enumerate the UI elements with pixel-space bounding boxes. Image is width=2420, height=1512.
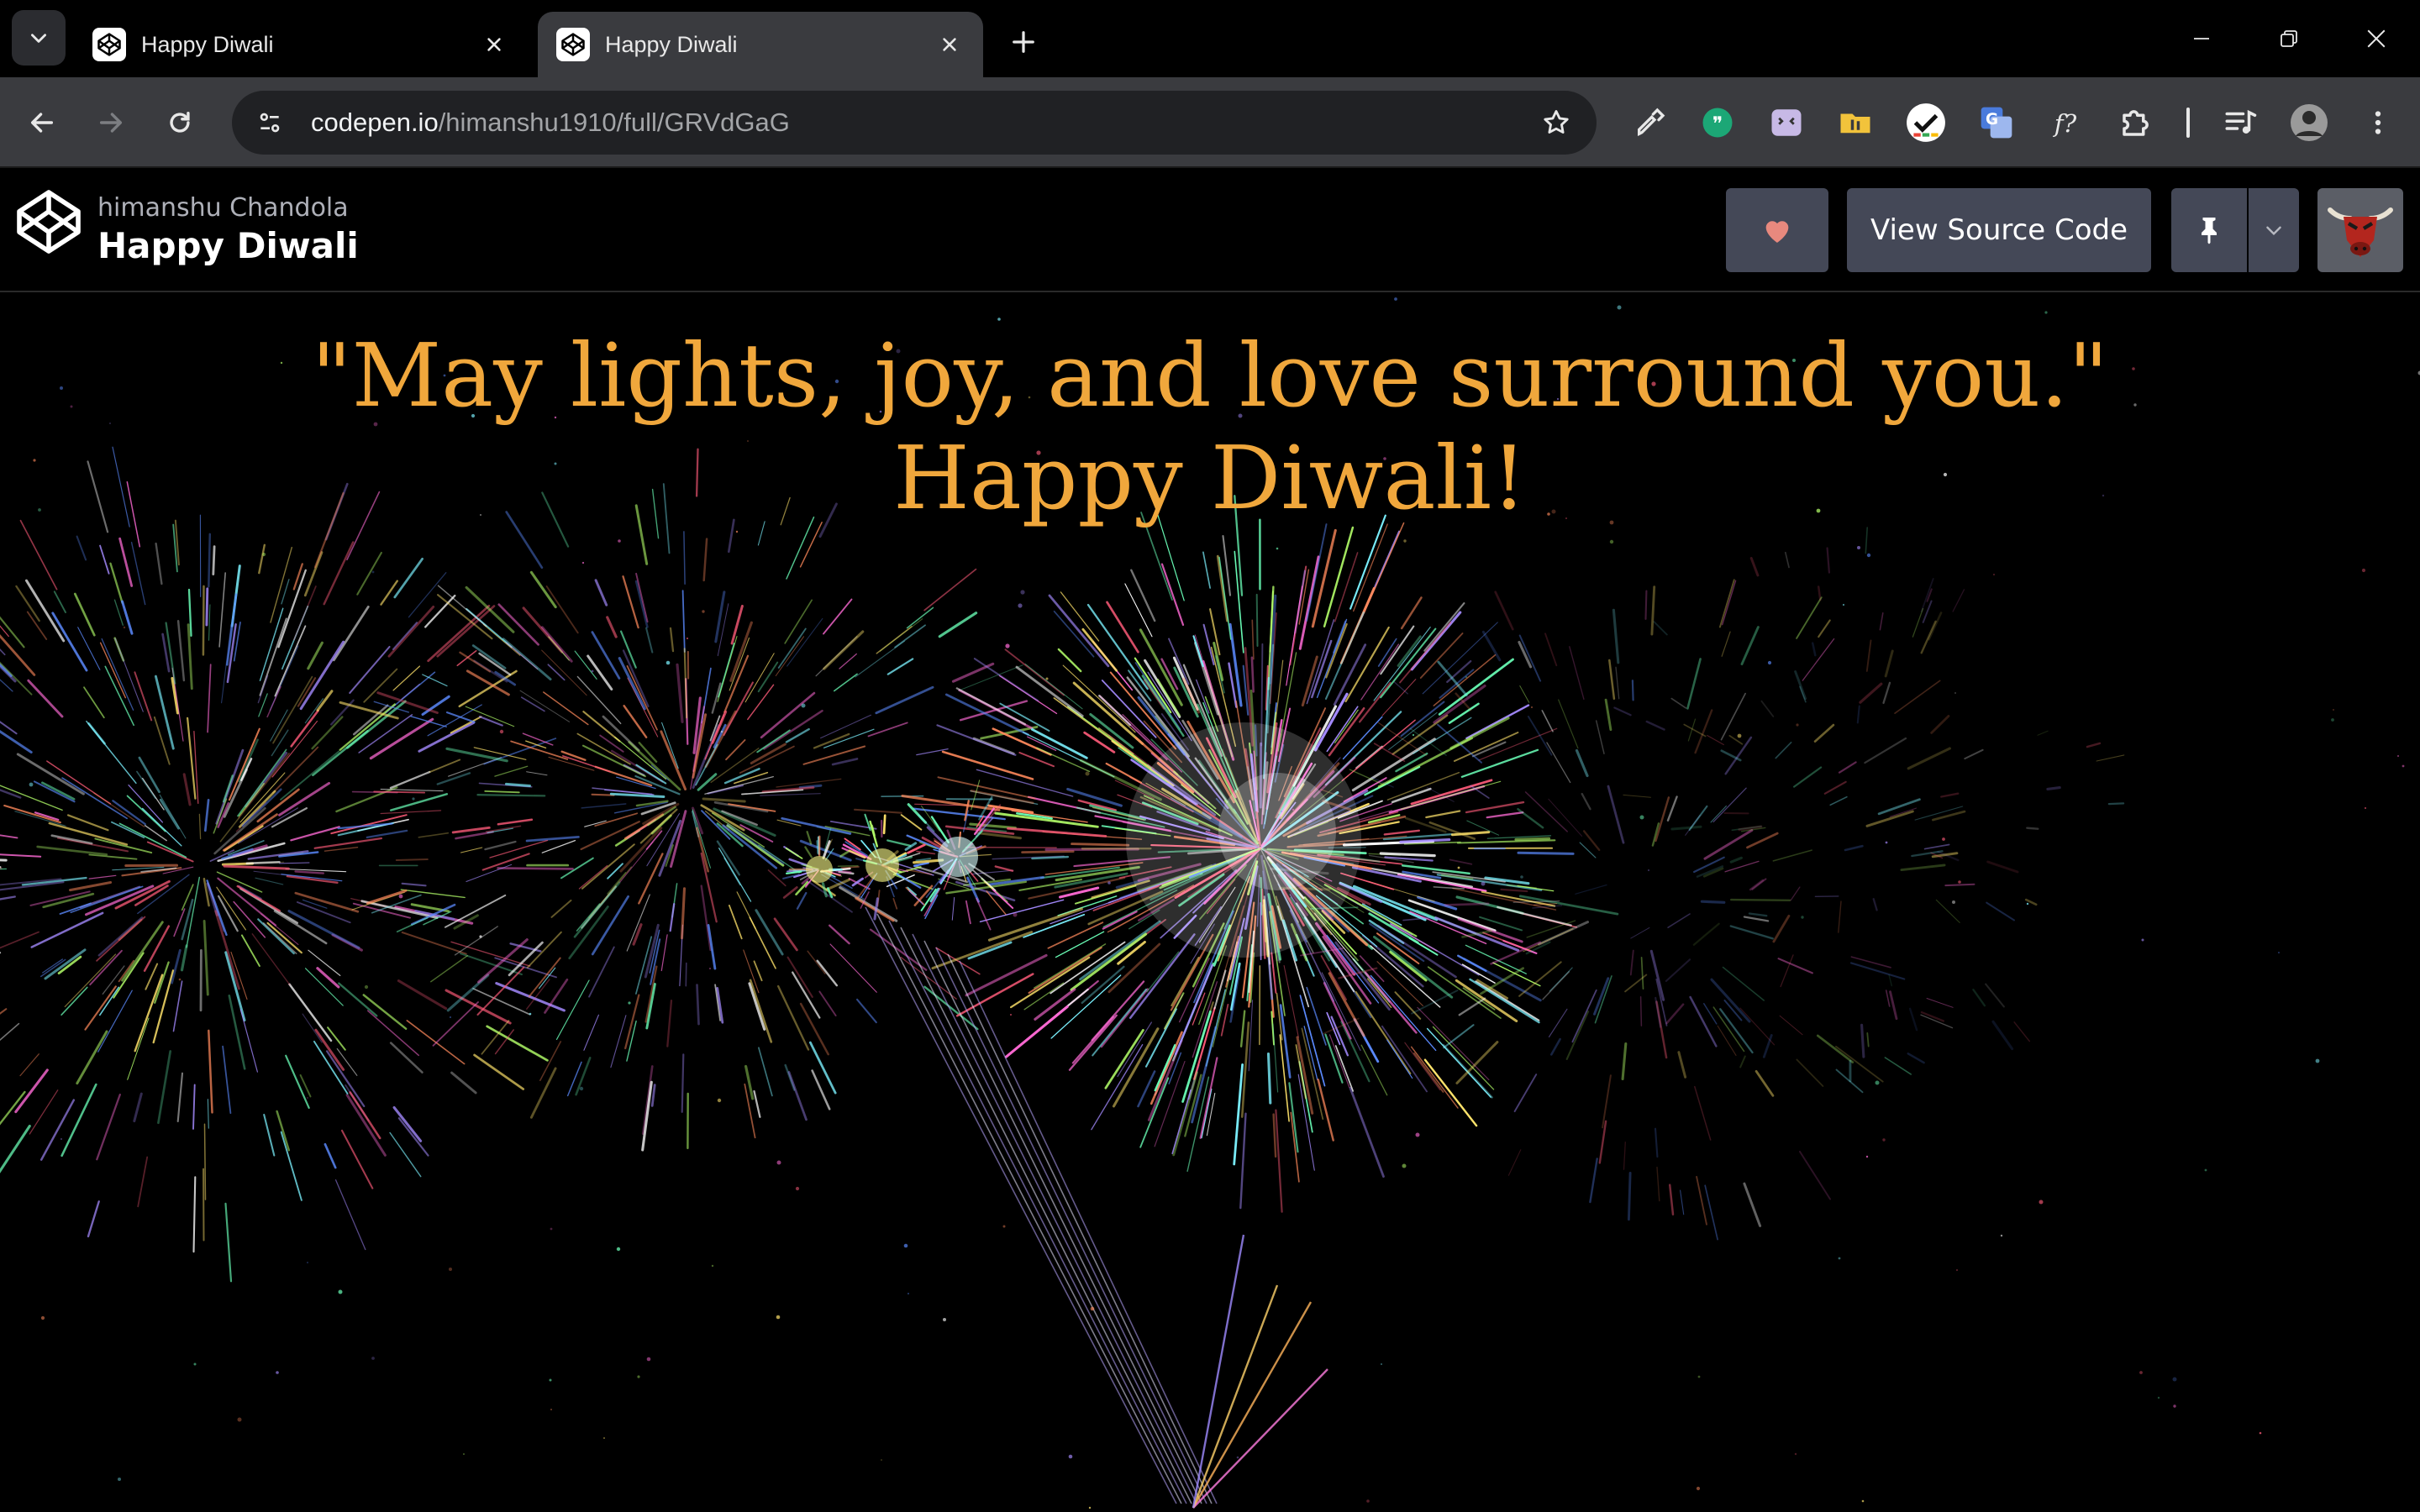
eyedropper-icon[interactable] bbox=[1628, 101, 1672, 144]
close-window-button[interactable] bbox=[2343, 13, 2410, 64]
svg-text:❞: ❞ bbox=[1712, 113, 1723, 135]
svg-text:G: G bbox=[1986, 111, 1998, 129]
site-info-icon[interactable] bbox=[247, 100, 292, 145]
url-text: codepen.io/himanshu1910/full/GRVdGaG bbox=[311, 108, 790, 138]
author-name[interactable]: himanshu Chandola bbox=[97, 193, 349, 223]
greeting-wish: Happy Diwali! bbox=[893, 427, 1527, 529]
browser-toolbar: codepen.io/himanshu1910/full/GRVdGaG ❞ G… bbox=[0, 77, 2420, 168]
tab-title: Happy Diwali bbox=[141, 31, 274, 57]
codepen-logo-icon[interactable] bbox=[13, 186, 84, 257]
heart-icon bbox=[1765, 221, 1789, 243]
checkmark-icon[interactable] bbox=[1904, 101, 1948, 144]
bull-avatar-icon bbox=[2320, 190, 2401, 270]
url-host: codepen.io bbox=[311, 108, 439, 137]
plus-icon bbox=[1013, 31, 1034, 53]
media-playlist-icon[interactable] bbox=[2218, 101, 2262, 144]
arrow-right-icon bbox=[99, 113, 123, 133]
pin-dropdown-button[interactable] bbox=[2249, 188, 2299, 272]
tab-title: Happy Diwali bbox=[605, 31, 738, 57]
function-icon[interactable]: f? bbox=[2044, 101, 2087, 144]
restore-icon bbox=[2281, 30, 2297, 47]
new-tab-button[interactable] bbox=[1002, 20, 1045, 64]
like-button[interactable] bbox=[1726, 188, 1828, 272]
profile-icon[interactable] bbox=[2287, 101, 2331, 144]
close-tab-icon[interactable] bbox=[934, 29, 965, 60]
chevron-down-icon bbox=[2266, 226, 2281, 236]
pin-button[interactable] bbox=[2171, 188, 2247, 272]
minimize-button[interactable] bbox=[2168, 13, 2235, 64]
arrow-left-icon bbox=[30, 113, 54, 133]
reload-icon bbox=[170, 111, 190, 133]
chevron-down-icon bbox=[31, 34, 46, 43]
back-button[interactable] bbox=[18, 99, 66, 146]
folder-icon[interactable] bbox=[1833, 101, 1877, 144]
translate-icon[interactable]: G bbox=[1975, 101, 2018, 144]
svg-text:f?: f? bbox=[2053, 109, 2077, 138]
tab-search-button[interactable] bbox=[12, 10, 66, 66]
minimize-icon bbox=[2194, 38, 2209, 39]
reload-button[interactable] bbox=[156, 99, 203, 146]
tab-active[interactable]: Happy Diwali bbox=[538, 12, 983, 77]
toolbar-separator bbox=[2186, 108, 2190, 138]
close-tab-icon[interactable] bbox=[479, 29, 509, 60]
fireworks-stage[interactable]: "May lights, joy, and love surround you.… bbox=[0, 294, 2420, 1512]
more-menu-icon[interactable] bbox=[2356, 101, 2400, 144]
address-bar[interactable]: codepen.io/himanshu1910/full/GRVdGaG bbox=[232, 91, 1597, 155]
close-icon bbox=[2367, 29, 2386, 48]
pen-title: Happy Diwali bbox=[97, 225, 359, 266]
restore-button[interactable] bbox=[2255, 13, 2323, 64]
url-path: /himanshu1910/full/GRVdGaG bbox=[438, 108, 790, 137]
forward-button[interactable] bbox=[87, 99, 134, 146]
tab-inactive[interactable]: Happy Diwali bbox=[74, 12, 528, 77]
quote-icon[interactable]: ❞ bbox=[1696, 101, 1739, 144]
bookmark-star-icon[interactable] bbox=[1539, 106, 1573, 139]
pin-icon bbox=[2202, 218, 2217, 244]
hex-face-icon[interactable] bbox=[1765, 101, 1808, 144]
codepen-header: himanshu Chandola Happy Diwali View Sour… bbox=[0, 168, 2420, 292]
view-source-button[interactable]: View Source Code bbox=[1847, 188, 2151, 272]
tab-strip: Happy Diwali Happy Diwali bbox=[0, 0, 2420, 77]
user-avatar[interactable] bbox=[2317, 188, 2403, 272]
greeting-text: "May lights, joy, and love surround you.… bbox=[0, 324, 2420, 529]
puzzle-icon[interactable] bbox=[2114, 101, 2158, 144]
greeting-quote: "May lights, joy, and love surround you.… bbox=[311, 324, 2109, 427]
codepen-favicon-icon bbox=[92, 28, 126, 61]
codepen-favicon-icon bbox=[556, 28, 590, 61]
